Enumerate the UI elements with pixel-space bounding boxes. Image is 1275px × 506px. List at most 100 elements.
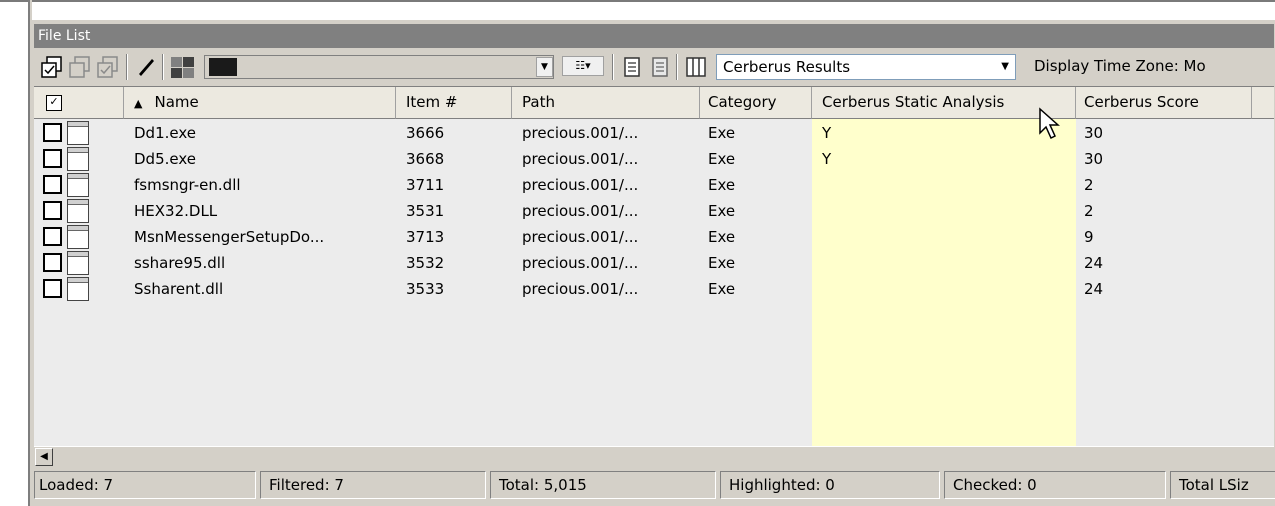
column-header-name[interactable]: ▲ Name bbox=[124, 87, 396, 119]
file-icon bbox=[67, 199, 89, 223]
cell-item: 3532 bbox=[406, 254, 445, 272]
status-loaded: Loaded: 7 bbox=[34, 471, 256, 499]
toolbar-separator bbox=[676, 54, 678, 80]
header-check-column[interactable]: ✓ bbox=[34, 87, 124, 119]
cell-name: MsnMessengerSetupDo... bbox=[134, 228, 325, 246]
row-checkbox[interactable] bbox=[43, 149, 62, 168]
cell-score: 2 bbox=[1084, 176, 1094, 194]
table-row[interactable]: Dd1.exe 3666 precious.001/... Exe Y 30 bbox=[34, 120, 1274, 146]
file-icon bbox=[67, 277, 89, 301]
table-row[interactable]: sshare95.dll 3532 precious.001/... Exe 24 bbox=[34, 250, 1274, 276]
highlight-color-icon[interactable] bbox=[169, 55, 197, 79]
file-table: ✓ ▲ Name Item # Path Category Cerberus St… bbox=[34, 86, 1274, 447]
cell-static: Y bbox=[822, 124, 832, 142]
print-icon[interactable] bbox=[648, 55, 672, 79]
file-icon bbox=[67, 121, 89, 145]
copy-icon[interactable] bbox=[620, 55, 644, 79]
cell-path: precious.001/... bbox=[522, 228, 639, 246]
table-row[interactable]: Dd5.exe 3668 precious.001/... Exe Y 30 bbox=[34, 146, 1274, 172]
toolbar-separator bbox=[162, 54, 164, 80]
scroll-left-icon[interactable]: ◀ bbox=[35, 448, 53, 466]
cell-category: Exe bbox=[708, 228, 736, 246]
cell-name: HEX32.DLL bbox=[134, 202, 218, 220]
table-row[interactable]: fsmsngr-en.dll 3711 precious.001/... Exe 2 bbox=[34, 172, 1274, 198]
top-divider bbox=[0, 0, 1275, 2]
cell-category: Exe bbox=[708, 280, 736, 298]
chevron-down-icon[interactable]: ▼ bbox=[536, 57, 553, 77]
column-layout-button[interactable]: ☷▾ bbox=[562, 56, 604, 76]
cell-item: 3711 bbox=[406, 176, 445, 194]
left-splitter[interactable] bbox=[28, 0, 32, 506]
row-checkbox[interactable] bbox=[43, 123, 62, 142]
status-highlighted: Highlighted: 0 bbox=[720, 471, 940, 499]
cursor-icon bbox=[1039, 107, 1060, 140]
toolbar-separator bbox=[126, 54, 128, 80]
column-header-category[interactable]: Category bbox=[700, 87, 812, 119]
cell-static bbox=[812, 250, 1076, 276]
cell-path: precious.001/... bbox=[522, 280, 639, 298]
row-checkbox[interactable] bbox=[43, 227, 62, 246]
cell-category: Exe bbox=[708, 254, 736, 272]
column-header-static-analysis[interactable]: Cerberus Static Analysis bbox=[812, 87, 1076, 119]
row-checkbox[interactable] bbox=[43, 253, 62, 272]
cell-path: precious.001/... bbox=[522, 124, 639, 142]
column-header-score[interactable]: Cerberus Score bbox=[1076, 87, 1252, 119]
cell-item: 3668 bbox=[406, 150, 445, 168]
table-row[interactable]: Ssharent.dll 3533 precious.001/... Exe 24 bbox=[34, 276, 1274, 302]
status-checked: Checked: 0 bbox=[944, 471, 1166, 499]
file-icon bbox=[67, 225, 89, 249]
check-icon[interactable]: ✓ bbox=[46, 94, 62, 111]
toolbar-separator bbox=[612, 54, 614, 80]
cell-score: 2 bbox=[1084, 202, 1094, 220]
status-total-lsize: Total LSiz bbox=[1170, 471, 1275, 499]
invert-check-icon[interactable] bbox=[96, 55, 120, 79]
cell-path: precious.001/... bbox=[522, 150, 639, 168]
cell-score: 30 bbox=[1084, 124, 1104, 142]
report-view-select[interactable]: Cerberus Results ▼ bbox=[716, 54, 1016, 80]
cell-score: 9 bbox=[1084, 228, 1094, 246]
cell-category: Exe bbox=[708, 124, 736, 142]
report-view-value: Cerberus Results bbox=[723, 58, 851, 76]
column-header-filler bbox=[1252, 87, 1274, 119]
chevron-down-icon[interactable]: ▼ bbox=[1001, 55, 1009, 79]
horizontal-scrollbar[interactable]: ◀ bbox=[34, 446, 1274, 467]
cell-name: Ssharent.dll bbox=[134, 280, 224, 298]
column-header-path[interactable]: Path bbox=[512, 87, 700, 119]
cell-path: precious.001/... bbox=[522, 202, 639, 220]
sort-ascending-icon: ▲ bbox=[134, 97, 143, 110]
timezone-label: Display Time Zone: Mo bbox=[1034, 57, 1206, 75]
cell-name: sshare95.dll bbox=[134, 254, 226, 272]
cell-static: Y bbox=[822, 150, 832, 168]
cell-item: 3713 bbox=[406, 228, 445, 246]
row-checkbox[interactable] bbox=[43, 201, 62, 220]
cell-category: Exe bbox=[708, 176, 736, 194]
edit-pencil-icon[interactable] bbox=[134, 55, 158, 79]
file-icon bbox=[67, 147, 89, 171]
table-row[interactable]: HEX32.DLL 3531 precious.001/... Exe 2 bbox=[34, 198, 1274, 224]
column-header-item[interactable]: Item # bbox=[396, 87, 512, 119]
cell-path: precious.001/... bbox=[522, 254, 639, 272]
cell-name: fsmsngr-en.dll bbox=[134, 176, 241, 194]
file-icon bbox=[67, 173, 89, 197]
columns-icon[interactable] bbox=[684, 55, 708, 79]
cell-static bbox=[812, 276, 1076, 302]
cell-item: 3531 bbox=[406, 202, 445, 220]
table-row[interactable]: MsnMessengerSetupDo... 3713 precious.001/.… bbox=[34, 224, 1274, 250]
uncheck-all-icon[interactable] bbox=[68, 55, 92, 79]
status-bar: Loaded: 7 Filtered: 7 Total: 5,015 Highl… bbox=[34, 468, 1275, 500]
cell-name: Dd1.exe bbox=[134, 124, 196, 142]
cell-category: Exe bbox=[708, 202, 736, 220]
toolbar: ▼ ☷▾ Cerberus Results ▼ Display Time Zon… bbox=[34, 48, 1274, 86]
check-all-icon[interactable] bbox=[40, 55, 64, 79]
cell-category: Exe bbox=[708, 150, 736, 168]
cell-score: 30 bbox=[1084, 150, 1104, 168]
row-checkbox[interactable] bbox=[43, 175, 62, 194]
color-swatch-dropdown[interactable]: ▼ bbox=[204, 55, 554, 79]
cell-score: 24 bbox=[1084, 254, 1104, 272]
row-checkbox[interactable] bbox=[43, 279, 62, 298]
cell-item: 3666 bbox=[406, 124, 445, 142]
cell-item: 3533 bbox=[406, 280, 445, 298]
cell-static bbox=[812, 198, 1076, 224]
color-swatch bbox=[209, 58, 237, 76]
status-filtered: Filtered: 7 bbox=[260, 471, 486, 499]
